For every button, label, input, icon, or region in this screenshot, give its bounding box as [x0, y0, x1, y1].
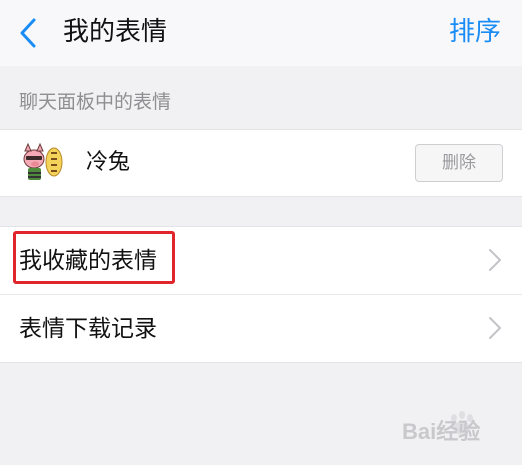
- sticker-pack-row: 冷兔 删除: [0, 129, 522, 197]
- navigation-bar: 我的表情 排序: [0, 0, 522, 66]
- chevron-left-icon: [20, 18, 36, 48]
- menu-group: 我收藏的表情 表情下载记录: [0, 226, 522, 363]
- menu-item-favorite-stickers[interactable]: 我收藏的表情: [0, 227, 522, 294]
- menu-item-label: 表情下载记录: [19, 316, 157, 342]
- back-button[interactable]: [14, 14, 48, 52]
- chevron-right-icon: [489, 249, 501, 271]
- watermark-text: Bai经验: [402, 419, 481, 444]
- menu-item-label: 我收藏的表情: [19, 248, 157, 274]
- screen: 我的表情 排序 聊天面板中的表情 冷兔 删除 我收藏的表情 表情下载记录 Bai…: [0, 0, 522, 465]
- section-header-chat-panel: 聊天面板中的表情: [19, 91, 172, 113]
- chevron-right-icon: [489, 317, 501, 339]
- menu-item-download-history[interactable]: 表情下载记录: [0, 294, 522, 362]
- delete-button[interactable]: 删除: [415, 144, 503, 182]
- sticker-pack-thumbnail: [23, 142, 63, 180]
- page-title: 我的表情: [63, 17, 168, 47]
- sort-button[interactable]: 排序: [449, 13, 501, 51]
- sticker-pack-name: 冷兔: [86, 150, 131, 175]
